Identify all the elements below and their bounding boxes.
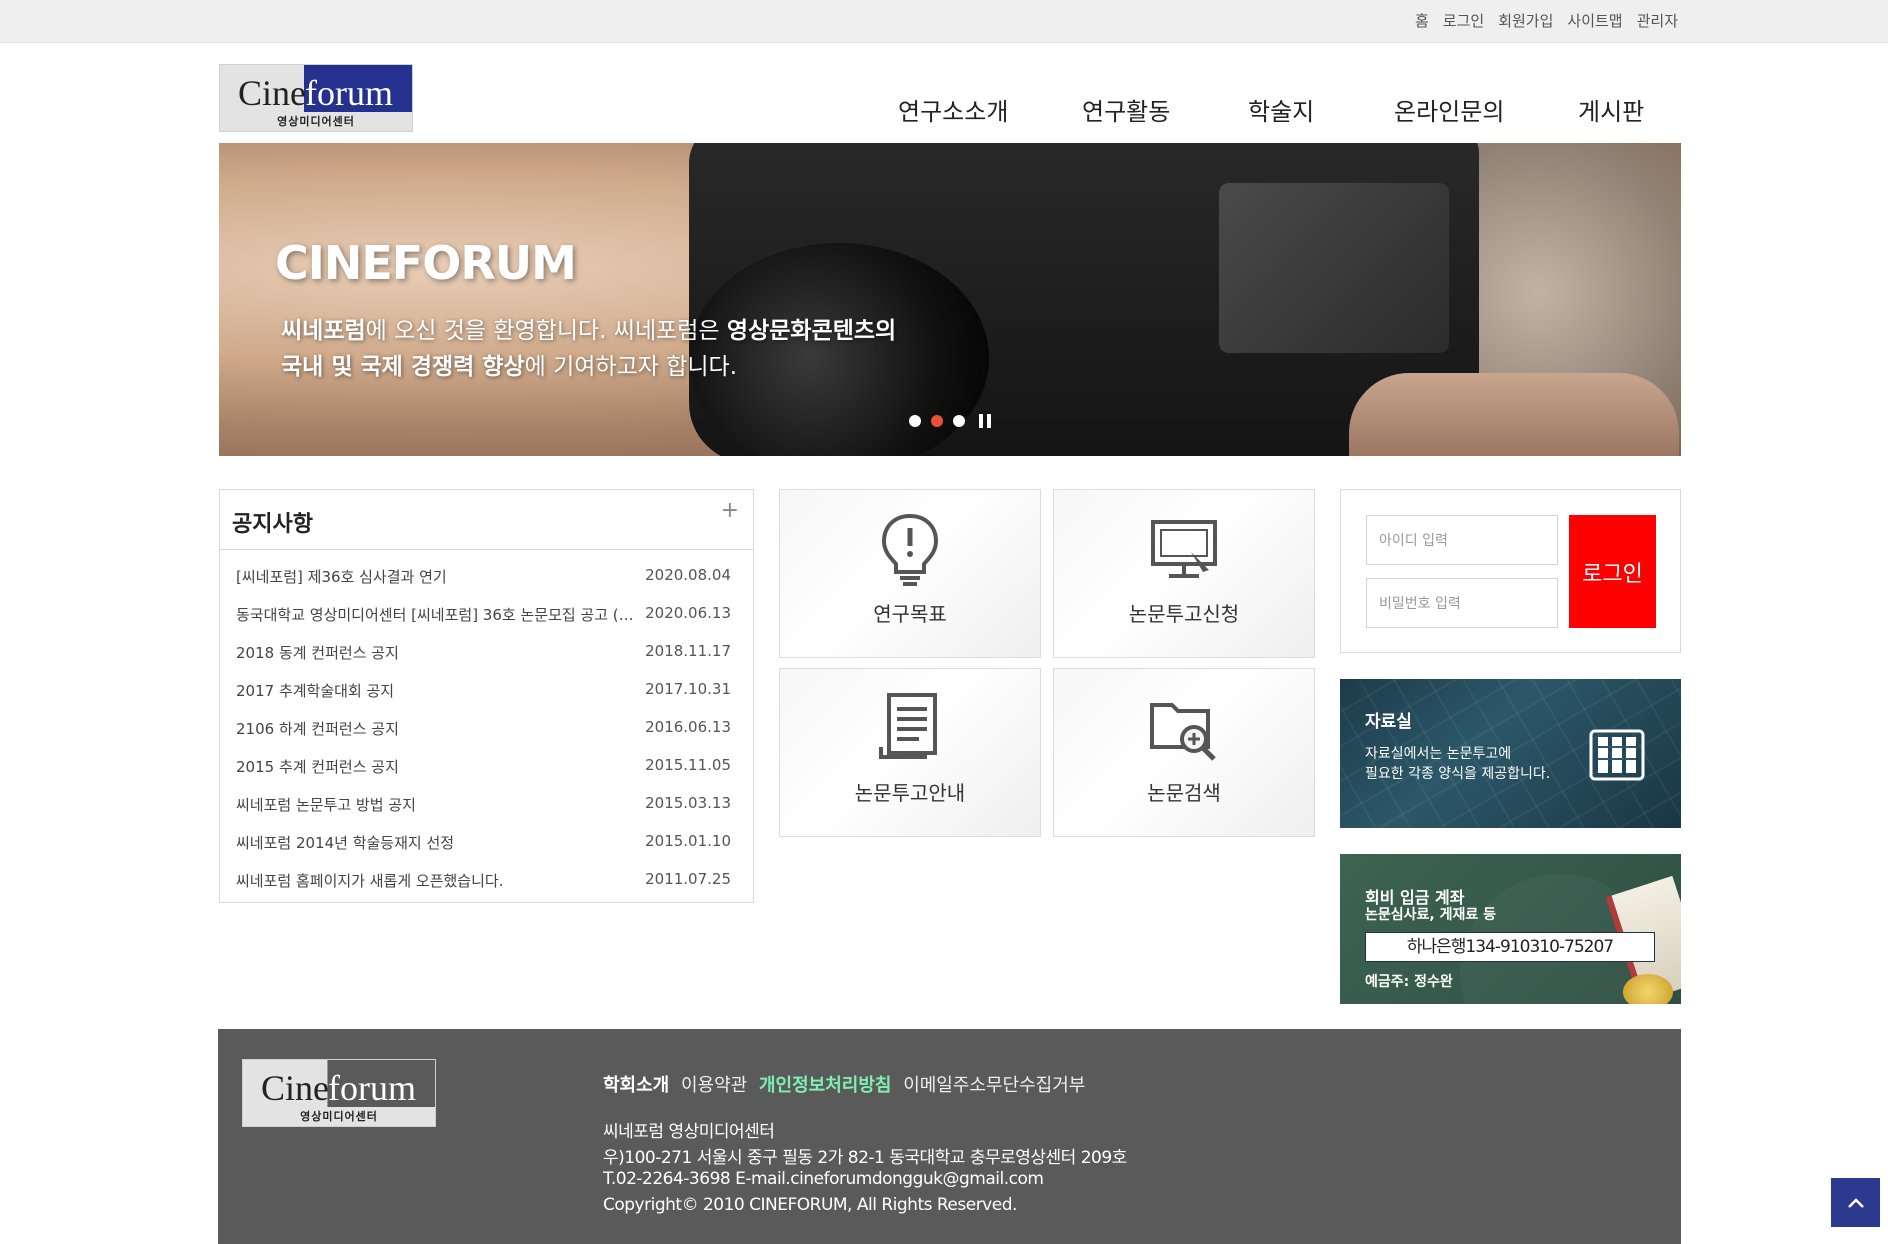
notice-board: 공지사항 + [씨네포럼] 제36호 심사결과 연기 2020.08.04 동국대… xyxy=(219,489,754,903)
banner-line-2: 국내 및 국제 경쟁력 향상에 기여하고자 합니다. xyxy=(281,354,738,380)
banner-title: CINEFORUM xyxy=(275,236,577,290)
lightbulb-icon xyxy=(881,513,939,586)
footer-contact: T.02-2264-3698 E-mail.cineforumdongguk@g… xyxy=(603,1169,1044,1189)
footer-logo: Cine forum 영상미디어센터 xyxy=(242,1059,436,1127)
pause-icon[interactable] xyxy=(979,414,991,428)
scroll-to-top-button[interactable] xyxy=(1831,1178,1880,1227)
footer-address: 우)100-271 서울시 중구 필동 2가 82-1 동국대학교 충무로영상센… xyxy=(603,1148,1127,1168)
camera-control-panel xyxy=(1219,183,1449,353)
nav-item-journal[interactable]: 학술지 xyxy=(1248,92,1314,127)
notice-header: 공지사항 + xyxy=(220,490,753,550)
quick-menu-research-goal[interactable]: 연구목표 xyxy=(779,489,1041,658)
archive-title: 자료실 xyxy=(1365,712,1412,732)
bank-account-number: 하나은행134-910310-75207 xyxy=(1365,932,1655,962)
footer-org: 씨네포럼 영상미디어센터 xyxy=(603,1122,775,1142)
fee-subtitle: 논문심사료, 게재료 등 xyxy=(1365,907,1496,923)
utility-link-login[interactable]: 로그인 xyxy=(1443,10,1484,31)
login-box: 아이디 입력 비밀번호 입력 로그인 xyxy=(1340,489,1681,653)
quick-menu-paper-submit[interactable]: 논문투고신청 xyxy=(1053,489,1315,658)
hand-illustration xyxy=(1349,373,1679,456)
banner-line-1: 씨네포럼에 오신 것을 환영합니다. 씨네포럼은 영상문화콘텐츠의 xyxy=(281,318,897,344)
id-input[interactable]: 아이디 입력 xyxy=(1366,515,1558,565)
utility-link-signup[interactable]: 회원가입 xyxy=(1498,10,1553,31)
notice-item[interactable]: 씨네포럼 2014년 학술등재지 선정 2015.01.10 xyxy=(220,824,753,862)
nav-item-activities[interactable]: 연구활동 xyxy=(1082,92,1170,127)
utility-link-sitemap[interactable]: 사이트맵 xyxy=(1567,10,1622,31)
quick-menu-submission-guide[interactable]: 논문투고안내 xyxy=(779,668,1041,837)
footer-copyright: Copyright© 2010 CINEFORUM, All Rights Re… xyxy=(603,1195,1017,1215)
footer-links: 학회소개 이용약관 개인정보처리방침 이메일주소무단수집거부 xyxy=(603,1071,1091,1097)
slide-dot-3[interactable] xyxy=(953,415,965,427)
footer-logo-subtitle: 영상미디어센터 xyxy=(300,1110,378,1123)
footer-link-no-email-collection[interactable]: 이메일주소무단수집거부 xyxy=(903,1075,1085,1096)
footer-logo-word-forum: forum xyxy=(328,1068,416,1108)
quick-menu-paper-search[interactable]: 논문검색 xyxy=(1053,668,1315,837)
logo-word-cine: Cine xyxy=(238,73,306,113)
utility-link-admin[interactable]: 관리자 xyxy=(1637,10,1678,31)
notice-item[interactable]: 씨네포럼 논문투고 방법 공지 2015.03.13 xyxy=(220,786,753,824)
archive-desc-1: 자료실에서는 논문투고에 xyxy=(1365,746,1512,762)
utility-bar: 홈 로그인 회원가입 사이트맵 관리자 xyxy=(0,0,1888,43)
nav-item-board[interactable]: 게시판 xyxy=(1578,92,1644,127)
document-icon xyxy=(879,693,937,759)
chevron-up-icon xyxy=(1847,1197,1864,1208)
utility-links: 홈 로그인 회원가입 사이트맵 관리자 xyxy=(1415,10,1678,31)
quick-menu-label: 연구목표 xyxy=(873,602,947,626)
folder-search-icon xyxy=(1150,703,1216,761)
notice-item[interactable]: 2017 추계학술대회 공지 2017.10.31 xyxy=(220,672,753,710)
plus-icon[interactable]: + xyxy=(721,498,739,523)
hero-banner: CINEFORUM 씨네포럼에 오신 것을 환영합니다. 씨네포럼은 영상문화콘… xyxy=(219,143,1681,456)
logo-subtitle: 영상미디어센터 xyxy=(277,115,355,128)
logo-word-forum: forum xyxy=(305,73,393,113)
notice-item[interactable]: 동국대학교 영상미디어센터 [씨네포럼] 36호 논문모집 공고 (2... 20… xyxy=(220,596,753,634)
notice-item[interactable]: 2018 동계 컨퍼런스 공지 2018.11.17 xyxy=(220,634,753,672)
monitor-icon xyxy=(1151,520,1217,578)
footer-logo-word-cine: Cine xyxy=(261,1068,329,1108)
nav-item-about[interactable]: 연구소소개 xyxy=(898,92,1008,127)
archive-desc-2: 필요한 각종 양식을 제공합니다. xyxy=(1365,766,1551,782)
quick-menu-label: 논문투고안내 xyxy=(854,781,966,805)
coin-illustration xyxy=(1623,974,1673,1004)
notice-item[interactable]: 2106 하계 컨퍼런스 공지 2016.06.13 xyxy=(220,710,753,748)
notice-item[interactable]: [씨네포럼] 제36호 심사결과 연기 2020.08.04 xyxy=(220,558,753,596)
notice-title: 공지사항 xyxy=(232,512,313,537)
login-button[interactable]: 로그인 xyxy=(1569,515,1656,628)
footer-link-about[interactable]: 학회소개 xyxy=(603,1075,669,1096)
quick-menu-label: 논문검색 xyxy=(1147,781,1221,805)
password-input[interactable]: 비밀번호 입력 xyxy=(1366,578,1558,628)
footer-link-privacy[interactable]: 개인정보처리방침 xyxy=(759,1075,891,1096)
nav-item-inquiry[interactable]: 온라인문의 xyxy=(1394,92,1504,127)
notice-item[interactable]: 2015 추계 컨퍼런스 공지 2015.11.05 xyxy=(220,748,753,786)
site-footer: Cine forum 영상미디어센터 학회소개 이용약관 개인정보처리방침 이메… xyxy=(218,1029,1681,1244)
account-owner: 예금주: 정수완 xyxy=(1365,974,1453,990)
notice-item[interactable]: 씨네포럼 홈페이지가 새롭게 오픈했습니다. 2011.07.25 xyxy=(220,862,753,900)
fee-account-banner: 회비 입금 계좌 논문심사료, 게재료 등 하나은행134-910310-752… xyxy=(1340,854,1681,1004)
slide-indicators xyxy=(909,414,991,428)
binders-icon xyxy=(1589,729,1645,781)
slide-dot-1[interactable] xyxy=(909,415,921,427)
notice-list: [씨네포럼] 제36호 심사결과 연기 2020.08.04 동국대학교 영상미디… xyxy=(220,550,753,900)
archive-banner[interactable]: 자료실 자료실에서는 논문투고에 필요한 각종 양식을 제공합니다. xyxy=(1340,679,1681,828)
slide-dot-2[interactable] xyxy=(931,415,943,427)
quick-menu-label: 논문투고신청 xyxy=(1128,602,1240,626)
utility-link-home[interactable]: 홈 xyxy=(1415,10,1429,31)
footer-link-terms[interactable]: 이용약관 xyxy=(681,1075,747,1096)
site-logo[interactable]: Cine forum 영상미디어센터 xyxy=(219,64,413,132)
